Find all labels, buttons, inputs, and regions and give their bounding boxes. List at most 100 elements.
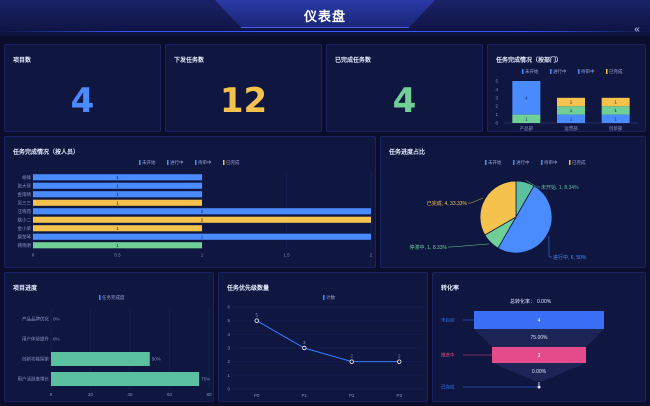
- y-tick-label: 4: [495, 87, 498, 92]
- collapse-icon[interactable]: «: [630, 24, 644, 36]
- conversion-funnel: 总转化率： 0.00%475.00%30.00%0未启动推进中已完成: [441, 298, 604, 391]
- x-tick-label: 20: [88, 392, 94, 397]
- pie-leader-line: [468, 197, 484, 204]
- data-point: [397, 359, 402, 364]
- legend-swatch: [513, 160, 515, 165]
- y-tick-label: 张大哥: [18, 182, 32, 189]
- pie-leader-line: [548, 235, 552, 258]
- y-tick-label: 用户体验提升: [22, 336, 49, 343]
- stat-card-completed: 已完成任务数 4: [326, 44, 483, 132]
- legend-swatch: [569, 160, 571, 165]
- stat-value: 12: [219, 81, 268, 121]
- person-chart-panel: 任务完成情况（按人员） 未开始 进行中 待审中 已完成 0 0.5 1 1.5 2 胡锋 1 张大哥 1…: [4, 136, 376, 268]
- dept-chart-panel: 任务完成情况（按部门） 未开始 进行中 待审中 已完成 0 1 2 3 4 5 1 4 产品部 1 1 1 运营…: [487, 44, 646, 132]
- bar-label: 50%: [152, 357, 161, 362]
- legend-label: 未开始: [488, 159, 502, 166]
- y-tick-label: 创新功能探索: [22, 356, 49, 363]
- y-tick-label: 产品品牌优化: [22, 316, 49, 323]
- x-tick-label: 运营部: [564, 125, 578, 132]
- progress-pie-chart: 未开始 进行中 待审中 已完成未开始, 1, 8.34% 进行中, 6, 50% 停滞中,…: [409, 159, 587, 261]
- y-tick-label: 1: [495, 112, 498, 117]
- legend-label: 进行中: [516, 159, 530, 166]
- legend-swatch: [550, 69, 552, 74]
- y-tick-label: 5: [495, 79, 498, 84]
- x-tick-label: 0: [50, 392, 53, 397]
- stat-value: 4: [392, 81, 417, 121]
- funnel-rate: 75.00%: [531, 335, 549, 341]
- stat-value: 4: [70, 81, 95, 121]
- data-label: 2: [350, 354, 353, 359]
- progress-pie-panel: 任务进度占比 未开始 进行中 待审中 已完成 未开始, 1, 8.34% 进行中, 6, …: [380, 136, 646, 268]
- person-chart: 未开始 进行中 待审中 已完成0 0.5 1 1.5 2胡锋 1张大哥 1金雨晴 1吴三三 1汪晓苑 2…: [18, 159, 373, 258]
- x-tick-label: P0: [254, 393, 260, 398]
- x-tick-label: 60: [167, 392, 173, 397]
- x-tick-label: 产品部: [520, 125, 534, 132]
- x-tick-label: 0.5: [114, 253, 121, 258]
- y-tick-label: 2: [495, 104, 498, 109]
- stat-label: 下发任务数: [174, 58, 205, 64]
- legend-label: 进行中: [170, 159, 184, 166]
- y-tick-label: 唐莹琴: [18, 233, 32, 240]
- y-tick-label: 用户活跃度增长: [18, 376, 50, 383]
- x-tick-label: 1.5: [283, 253, 290, 258]
- y-tick-label: 2: [227, 359, 230, 364]
- dept-chart: 未开始 进行中 待审中 已完成01234514产品部111运营部111创新部: [495, 68, 638, 132]
- priority-panel: 任务优先级数量 计数 0 1 2 3 4 5 6 5 P0 3 P1 2 P2 2 P3: [218, 272, 428, 402]
- priority-chart: 计数 0 1 2 3 4 5 6 5 P0 3 P1 2 P2 2 P3: [227, 294, 423, 398]
- pie-label: 未开始, 1, 8.34%: [541, 184, 579, 191]
- legend-swatch: [223, 160, 225, 165]
- legend-label: 任务完成度: [102, 294, 125, 301]
- legend-label: 计数: [326, 294, 335, 301]
- total-rate-value: 0.00%: [537, 299, 552, 305]
- y-tick-label: 0: [495, 121, 498, 126]
- x-tick-label: P2: [349, 393, 355, 398]
- x-tick-label: 2: [370, 253, 373, 258]
- total-rate-label: 总转化率：: [510, 298, 535, 305]
- y-tick-label: 韩晓明: [18, 242, 32, 249]
- funnel-rate: 0.00%: [532, 369, 547, 375]
- stat-label: 项目数: [13, 58, 32, 64]
- header-bar: 仪表盘: [0, 0, 650, 36]
- funnel-value: 4: [538, 318, 541, 324]
- y-tick-label: 0: [227, 387, 230, 392]
- x-tick-label: P1: [301, 393, 307, 398]
- legend-label: 未开始: [525, 68, 539, 75]
- series-line: [256, 320, 400, 363]
- legend-swatch: [167, 160, 169, 165]
- x-tick-label: 1: [201, 253, 204, 258]
- stat-card-tasks: 下发任务数 12: [165, 44, 322, 132]
- legend-label: 进行中: [553, 68, 567, 75]
- y-tick-label: 姚小二: [18, 216, 32, 223]
- y-tick-label: 吴三三: [18, 200, 32, 206]
- legend-label: 待审中: [544, 159, 558, 166]
- legend-swatch: [578, 69, 580, 74]
- funnel-stage-label: 已完成: [441, 384, 455, 391]
- y-tick-label: 汪晓苑: [18, 208, 32, 215]
- bar-label: 0%: [53, 337, 60, 342]
- x-tick-label: P3: [396, 393, 402, 398]
- legend-label: 未开始: [142, 159, 156, 166]
- bar: [51, 372, 200, 386]
- data-point: [302, 345, 307, 351]
- page-title: 仪表盘: [303, 9, 346, 24]
- project-progress-chart: 任务完成度 0 20 40 60 80 产品品牌优化 0% 用户体验提升 0% 创新功能探索 50% 用…: [18, 294, 212, 397]
- stat-label: 已完成任务数: [335, 58, 372, 64]
- legend-swatch: [522, 69, 524, 74]
- legend-swatch: [485, 160, 487, 165]
- legend-swatch: [99, 295, 101, 300]
- funnel-stage-label: 未启动: [441, 317, 455, 324]
- legend-swatch: [139, 160, 141, 165]
- y-tick-label: 1: [227, 373, 230, 378]
- data-label: 3: [303, 340, 306, 345]
- y-tick-label: 3: [495, 95, 498, 100]
- legend-label: 已完成: [226, 159, 240, 166]
- funnel-value: 3: [538, 353, 541, 359]
- pie-leader-line: [448, 243, 490, 248]
- y-tick-label: 6: [227, 305, 230, 310]
- x-tick-label: 80: [206, 392, 212, 397]
- pie-label: 进行中, 6, 50%: [553, 254, 587, 261]
- project-progress-panel: 项目进度 任务完成度 0 20 40 60 80 产品品牌优化 0% 用户体验提升 0% 创新功能探…: [4, 272, 214, 402]
- funnel-stage-label: 推进中: [441, 352, 455, 359]
- bar-label: 75%: [201, 377, 210, 382]
- bar-label: 0%: [53, 317, 60, 322]
